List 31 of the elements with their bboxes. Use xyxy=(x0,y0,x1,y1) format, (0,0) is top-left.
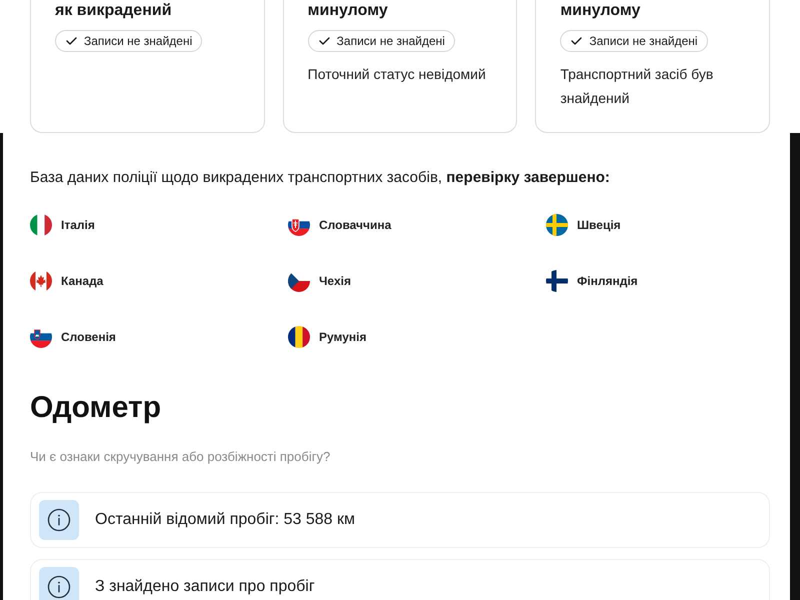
country-name: Словенія xyxy=(61,329,116,345)
section-subtitle: Чи є ознаки скручування або розбіжності пробігу? xyxy=(30,448,332,466)
country-name: Фінляндія xyxy=(577,273,638,289)
country-name: Чехія xyxy=(319,273,351,289)
canadian-flag-icon xyxy=(30,270,52,292)
section-title: Одометр xyxy=(30,390,162,426)
country-name: Канада xyxy=(61,273,104,289)
card-title: минулому xyxy=(308,1,389,21)
info-text: Останній відомий пробіг: 53 588 км xyxy=(95,510,355,530)
database-status-text: База даних поліції щодо викрадених транспортних засобів, перевірку завершено: xyxy=(30,168,611,188)
country-name: Румунія xyxy=(319,329,366,345)
card-description: Поточний статус невідомий xyxy=(308,65,487,84)
info-icon xyxy=(39,500,79,540)
info-text: З знайдено записи про пробіг xyxy=(95,577,315,597)
check-icon xyxy=(66,37,77,45)
card-title: минулому xyxy=(560,1,642,21)
status-text: Записи не знайдені xyxy=(336,34,445,48)
italian-flag-icon xyxy=(30,214,52,236)
country-name: Швеція xyxy=(577,217,621,233)
country-name: Італія xyxy=(61,217,95,233)
country-name: Словаччина xyxy=(319,217,392,233)
info-icon xyxy=(39,567,79,600)
check-icon xyxy=(318,37,330,45)
romanian-flag-icon xyxy=(288,326,310,348)
card-title: як викрадений xyxy=(55,1,173,21)
swedish-flag-icon xyxy=(546,214,568,236)
finnish-flag-icon xyxy=(546,270,568,292)
status-text: Записи не знайдені xyxy=(84,34,192,48)
card-description: Транспортний засіб був знайдений xyxy=(560,65,714,108)
status-text: Записи не знайдені xyxy=(589,34,698,48)
check-icon xyxy=(571,37,582,45)
